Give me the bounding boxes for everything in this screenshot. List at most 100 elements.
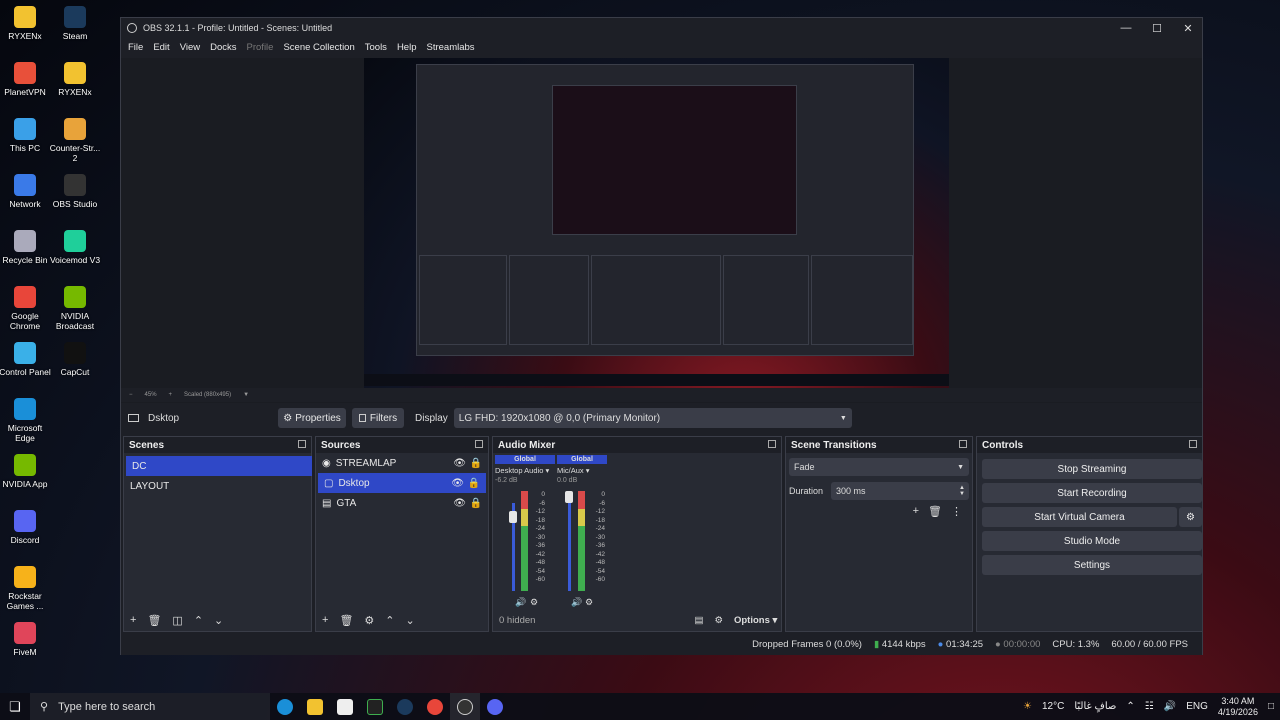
trash-icon[interactable]: 🗑: [147, 614, 161, 627]
trash-icon[interactable]: 🗑: [928, 505, 942, 518]
menu-file[interactable]: File: [123, 42, 148, 53]
taskbar-obs[interactable]: [450, 693, 480, 720]
desktop-icon[interactable]: CapCut: [47, 342, 103, 377]
display-select[interactable]: LG FHD: 1920x1080 @ 0,0 (Primary Monitor…: [453, 408, 852, 428]
duration-stepper[interactable]: 300 ms ▲ ▼: [831, 482, 969, 500]
add-icon[interactable]: +: [322, 614, 328, 626]
menu-view[interactable]: View: [175, 42, 205, 53]
layout-icon[interactable]: ▤: [694, 615, 703, 626]
undock-icon[interactable]: [475, 440, 483, 448]
eye-icon[interactable]: 👁: [453, 498, 466, 509]
source-item[interactable]: ▤ GTA 👁 🔒: [316, 493, 488, 513]
search-box[interactable]: ⚲ Type here to search: [30, 693, 270, 720]
desktop-icon[interactable]: Steam: [47, 6, 103, 41]
preview-canvas[interactable]: [364, 58, 949, 388]
options-button[interactable]: Options ▾: [734, 615, 777, 626]
taskbar-chrome[interactable]: [420, 693, 450, 720]
volume-slider-handle[interactable]: [509, 511, 517, 523]
filters-button[interactable]: Filters: [352, 408, 404, 428]
menu-tools[interactable]: Tools: [360, 42, 392, 53]
minimize-button[interactable]: —: [1111, 18, 1141, 38]
desktop-icon[interactable]: RYXENx: [0, 6, 53, 41]
maximize-button[interactable]: ☐: [1142, 18, 1172, 38]
desktop-icon[interactable]: NVIDIA Broadcast: [47, 286, 103, 331]
menu-streamlabs[interactable]: Streamlabs: [421, 42, 479, 53]
eye-icon[interactable]: 👁: [451, 478, 464, 489]
more-icon[interactable]: ⋮: [951, 505, 962, 518]
source-item[interactable]: ▢ Dsktop 👁 🔒: [318, 473, 486, 493]
desktop-icon[interactable]: Counter-Str... 2: [47, 118, 103, 163]
start-button[interactable]: ❏: [0, 693, 30, 720]
source-item[interactable]: ◉ STREAMLAP 👁 🔒: [316, 453, 488, 473]
notification-icon[interactable]: □: [1268, 701, 1274, 712]
desktop-icon[interactable]: Microsoft Edge: [0, 398, 53, 443]
stop-streaming-button[interactable]: Stop Streaming: [982, 459, 1202, 479]
desktop-icon[interactable]: Network: [0, 174, 53, 209]
scene-item[interactable]: LAYOUT: [124, 476, 311, 496]
transition-select[interactable]: Fade ▼: [789, 458, 969, 476]
language-indicator[interactable]: ENG: [1186, 701, 1208, 712]
speaker-icon[interactable]: 🔊: [515, 597, 526, 608]
menu-help[interactable]: Help: [392, 42, 422, 53]
desktop-icon[interactable]: OBS Studio: [47, 174, 103, 209]
desktop-icon[interactable]: PlanetVPN: [0, 62, 53, 97]
tray-chevron-icon[interactable]: ⌃: [1126, 701, 1134, 712]
channel-name[interactable]: Desktop Audio ▾: [495, 466, 555, 475]
start-virtual-camera-button[interactable]: Start Virtual Camera: [982, 507, 1177, 527]
trash-icon[interactable]: 🗑: [339, 614, 353, 627]
lock-icon[interactable]: 🔒: [470, 458, 482, 469]
close-button[interactable]: ✕: [1173, 18, 1203, 38]
add-icon[interactable]: +: [130, 614, 136, 626]
speaker-icon[interactable]: 🔊: [571, 597, 582, 608]
volume-slider[interactable]: [568, 503, 571, 591]
undock-icon[interactable]: [298, 440, 306, 448]
zoom-out-icon[interactable]: −: [129, 392, 133, 398]
desktop-icon[interactable]: Google Chrome: [0, 286, 53, 331]
up-arrow-icon[interactable]: ⌃: [385, 614, 394, 627]
start-recording-button[interactable]: Start Recording: [982, 483, 1202, 503]
add-icon[interactable]: +: [913, 505, 919, 518]
undock-icon[interactable]: [768, 440, 776, 448]
taskbar-edge[interactable]: [270, 693, 300, 720]
gear-icon[interactable]: ⚙: [364, 614, 374, 627]
network-icon[interactable]: ☷: [1145, 701, 1154, 712]
desktop-icon[interactable]: Rockstar Games ...: [0, 566, 53, 611]
studio-mode-button[interactable]: Studio Mode: [982, 531, 1202, 551]
clock[interactable]: 3:40 AM 4/19/2026: [1218, 696, 1258, 718]
desktop-icon[interactable]: RYXENx: [47, 62, 103, 97]
taskbar-explorer[interactable]: [300, 693, 330, 720]
settings-button[interactable]: Settings: [982, 555, 1202, 575]
volume-slider-handle[interactable]: [565, 491, 573, 503]
desktop-icon[interactable]: NVIDIA App: [0, 454, 53, 489]
settings-icon[interactable]: ⚙: [585, 597, 593, 608]
taskbar-terminal[interactable]: [360, 693, 390, 720]
menu-scene-collection[interactable]: Scene Collection: [278, 42, 359, 53]
stepper-arrows-icon[interactable]: ▲ ▼: [959, 485, 965, 497]
taskbar-steam[interactable]: [390, 693, 420, 720]
virtual-camera-settings-button[interactable]: ⚙: [1179, 507, 1202, 527]
eye-icon[interactable]: 👁: [453, 458, 466, 469]
zoom-in-icon[interactable]: +: [169, 392, 173, 398]
taskbar-mail[interactable]: [330, 693, 360, 720]
undock-icon[interactable]: [1189, 440, 1197, 448]
properties-button[interactable]: ⚙ Properties: [278, 408, 346, 428]
taskbar-discord[interactable]: [480, 693, 510, 720]
desktop-icon[interactable]: Voicemod V3: [47, 230, 103, 265]
desktop-icon[interactable]: Control Panel: [0, 342, 53, 377]
desktop-icon[interactable]: This PC: [0, 118, 53, 153]
volume-icon[interactable]: 🔊: [1164, 701, 1176, 712]
weather-temp[interactable]: 12°C: [1042, 701, 1064, 712]
menu-docks[interactable]: Docks: [205, 42, 241, 53]
settings-icon[interactable]: ⚙: [530, 597, 538, 608]
desktop-icon[interactable]: FiveM: [0, 622, 53, 657]
desktop-icon[interactable]: Discord: [0, 510, 53, 545]
lock-icon[interactable]: 🔒: [470, 498, 482, 509]
scale-dropdown-icon[interactable]: ▼: [243, 392, 249, 398]
advanced-audio-icon[interactable]: ⚙: [714, 615, 723, 626]
desktop-icon[interactable]: Recycle Bin: [0, 230, 53, 265]
menu-profile[interactable]: Profile: [242, 42, 279, 53]
preview-area[interactable]: − 45% + Scaled (880x495) ▼: [121, 58, 1202, 403]
scene-item[interactable]: DC: [126, 456, 312, 476]
channel-name[interactable]: Mic/Aux ▾: [557, 466, 607, 475]
menu-edit[interactable]: Edit: [148, 42, 174, 53]
